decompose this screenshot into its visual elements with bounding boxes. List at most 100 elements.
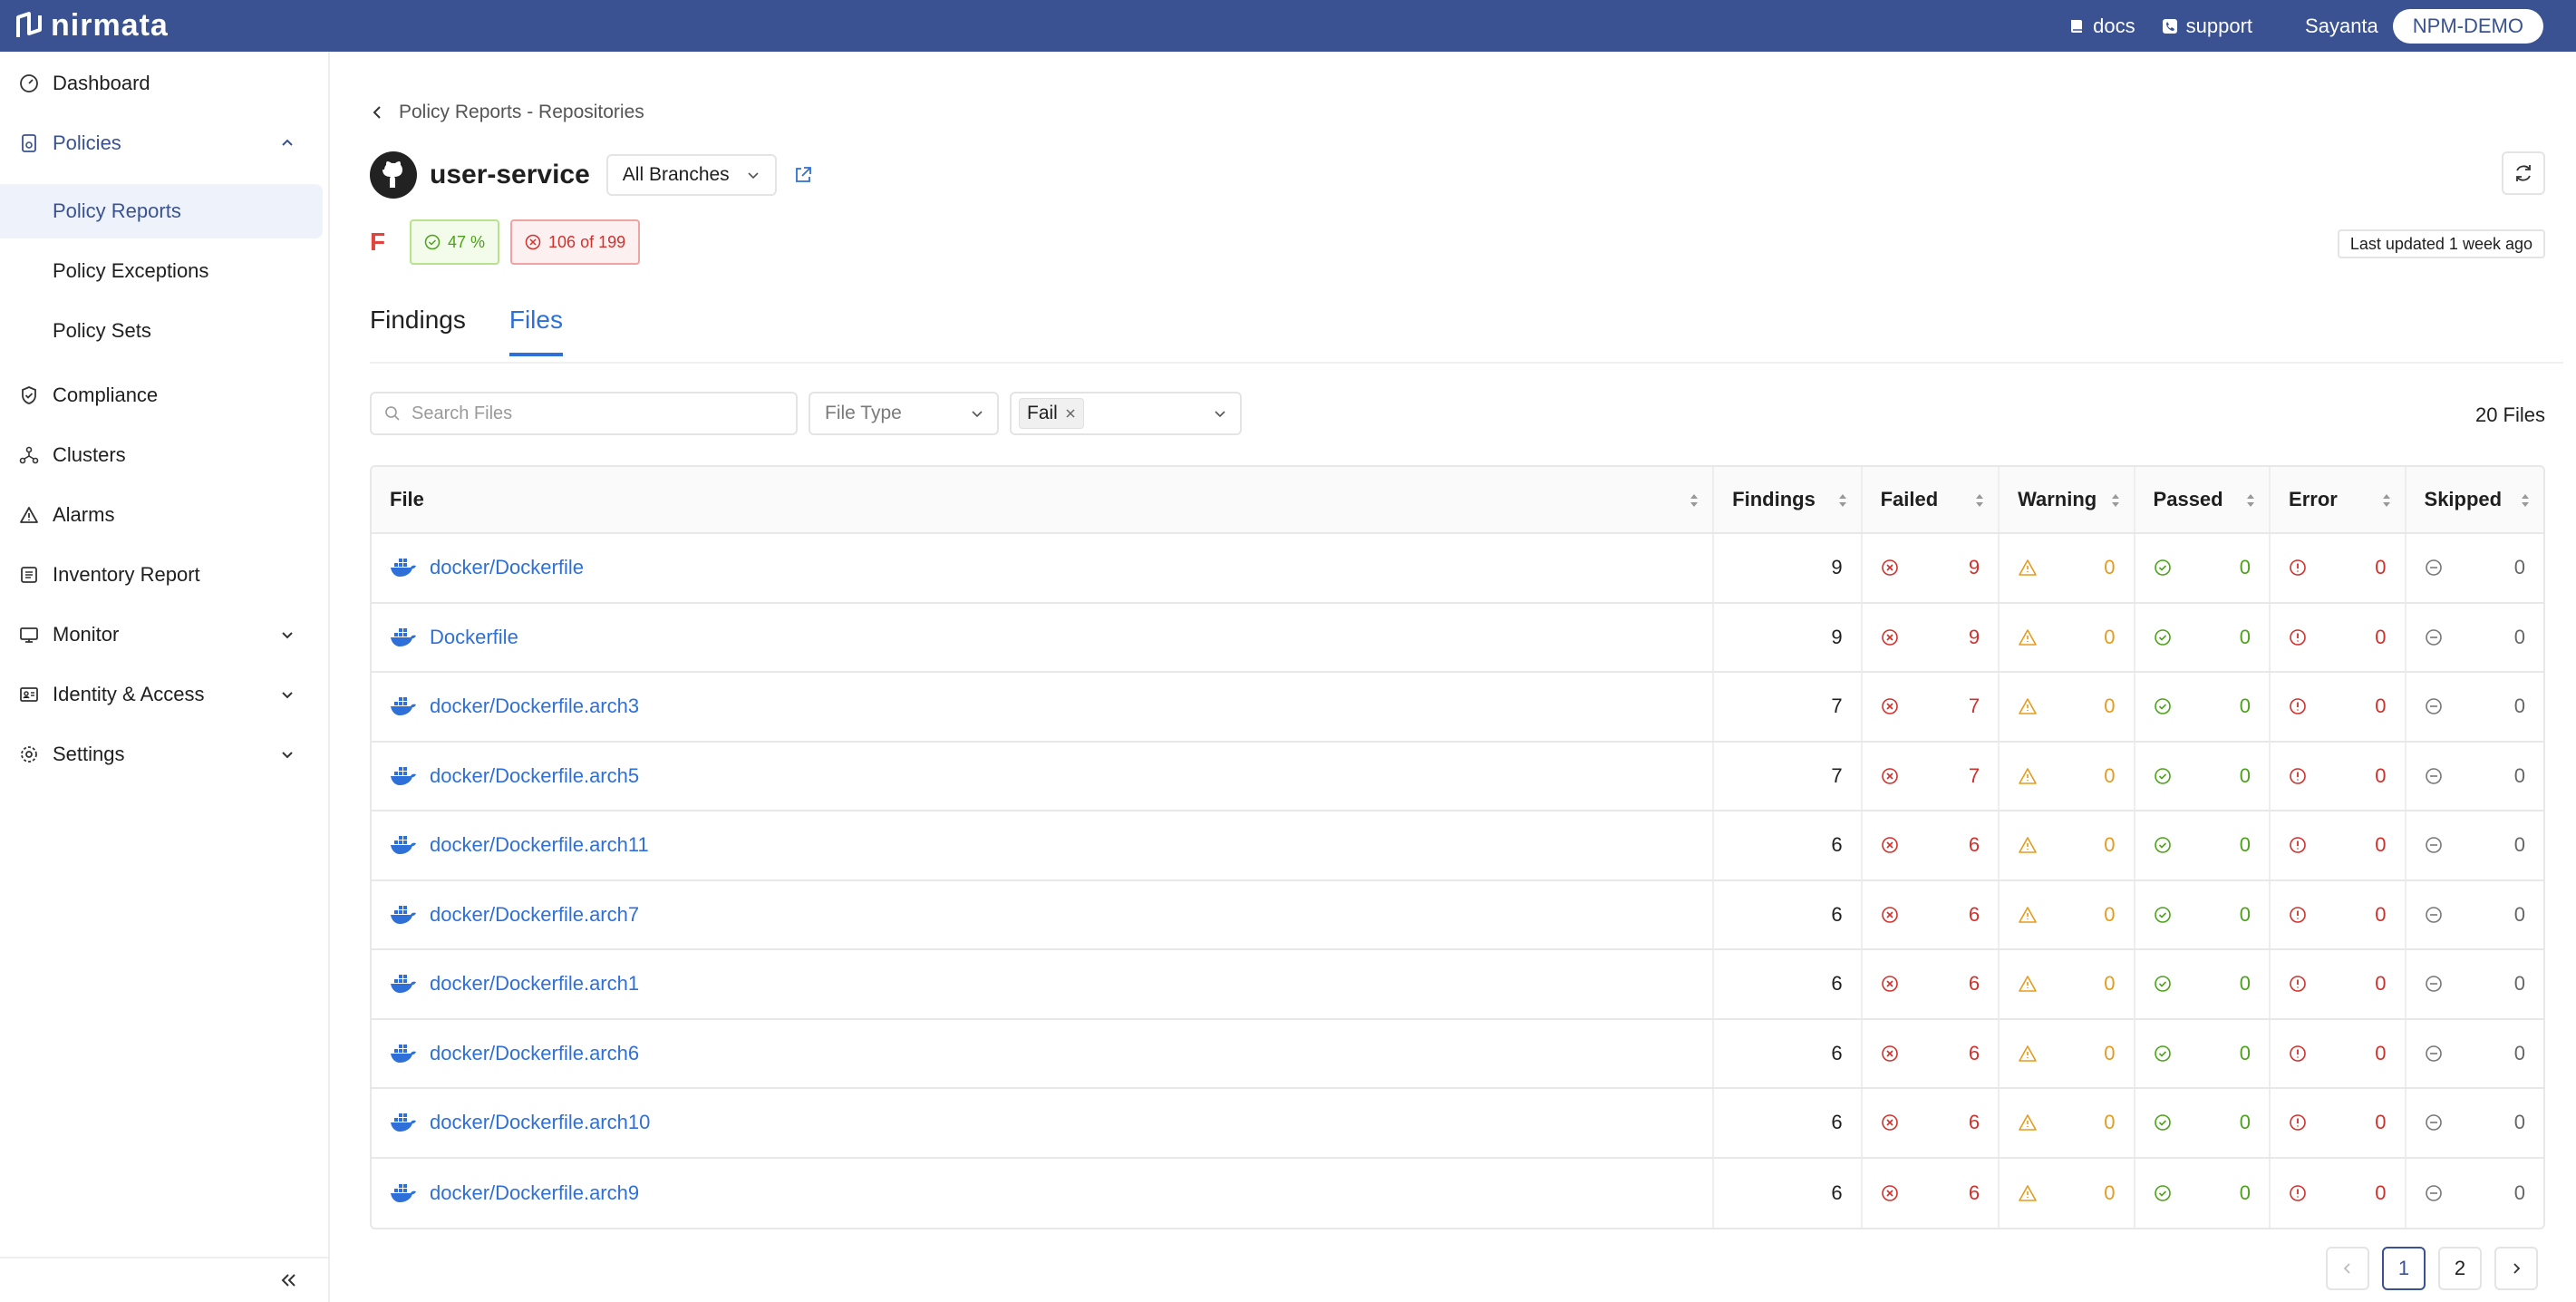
pagination-page-2[interactable]: 2 (2438, 1247, 2482, 1290)
org-badge[interactable]: NPM-DEMO (2392, 8, 2543, 44)
column-header-error[interactable]: Error (2271, 467, 2407, 532)
exclamation-circle-icon (2290, 1045, 2306, 1062)
close-icon[interactable] (1065, 408, 1076, 419)
minus-circle-icon (2425, 1045, 2442, 1062)
shield-check-icon (18, 384, 40, 406)
file-link[interactable]: docker/Dockerfile.arch7 (390, 903, 639, 927)
skipped-count: 0 (2513, 833, 2525, 857)
skipped-cell: 0 (2407, 743, 2543, 811)
sidebar-item-label: Identity & Access (53, 683, 205, 705)
docs-link[interactable]: docs (2068, 15, 2135, 38)
check-circle-icon (2154, 559, 2171, 577)
chevron-down-icon (972, 411, 983, 418)
failed-count: 6 (1968, 1041, 1980, 1064)
pagination-page-1[interactable]: 1 (2382, 1247, 2426, 1290)
skipped-count: 0 (2513, 695, 2525, 718)
minus-circle-icon (2425, 1114, 2442, 1132)
user-name[interactable]: Sayanta (2305, 15, 2378, 38)
tab-findings[interactable]: Findings (370, 306, 466, 356)
pass-percentage-badge: 47 % (410, 219, 500, 265)
support-link[interactable]: support (2161, 15, 2252, 38)
sidebar-item-identity-access[interactable]: Identity & Access (0, 668, 323, 721)
sidebar-item-policies[interactable]: Policies (0, 117, 323, 170)
file-type-select[interactable]: File Type (809, 392, 999, 435)
findings-count: 9 (1831, 625, 1843, 648)
file-link[interactable]: docker/Dockerfile.arch11 (390, 833, 649, 857)
docker-icon (391, 836, 416, 855)
exclamation-circle-icon (2290, 906, 2306, 923)
minus-circle-icon (2425, 1184, 2442, 1201)
file-link[interactable]: docker/Dockerfile.arch3 (390, 695, 639, 718)
error-count: 0 (2375, 902, 2387, 926)
passed-cell: 0 (2135, 811, 2271, 879)
check-circle-icon (2154, 906, 2171, 923)
refresh-button[interactable] (2502, 151, 2545, 195)
file-link[interactable]: Dockerfile (390, 626, 518, 649)
sidebar-item-policy-exceptions[interactable]: Policy Exceptions (0, 244, 323, 298)
warning-triangle-icon (2019, 1114, 2037, 1132)
skipped-cell: 0 (2407, 950, 2543, 1018)
file-link[interactable]: docker/Dockerfile.arch9 (390, 1181, 639, 1205)
error-count: 0 (2375, 833, 2387, 857)
column-header-findings[interactable]: Findings (1714, 467, 1863, 532)
check-circle-icon (2154, 1045, 2171, 1062)
column-header-warning[interactable]: Warning (2000, 467, 2135, 532)
file-link[interactable]: docker/Dockerfile (390, 556, 584, 579)
column-header-failed[interactable]: Failed (1863, 467, 2000, 532)
warning-count: 0 (2104, 695, 2116, 718)
column-header-passed[interactable]: Passed (2135, 467, 2271, 532)
file-link[interactable]: docker/Dockerfile.arch5 (390, 764, 639, 788)
external-link-icon[interactable] (793, 165, 813, 185)
sidebar-item-settings[interactable]: Settings (0, 728, 323, 781)
sidebar-item-label: Monitor (53, 623, 120, 646)
file-name: docker/Dockerfile.arch9 (430, 1181, 640, 1204)
chevron-down-icon (282, 692, 293, 699)
sidebar-item-clusters[interactable]: Clusters (0, 429, 323, 481)
sidebar-item-alarms[interactable]: Alarms (0, 489, 323, 541)
x-circle-icon (1881, 1114, 1898, 1132)
pagination: 1 2 (2326, 1247, 2538, 1290)
findings-count: 6 (1831, 1041, 1843, 1064)
findings-count: 6 (1831, 833, 1843, 857)
sidebar-item-policy-reports[interactable]: Policy Reports (0, 184, 323, 238)
sidebar-item-inventory-report[interactable]: Inventory Report (0, 549, 323, 601)
repo-name: user-service (430, 160, 590, 189)
alert-triangle-icon (18, 504, 40, 526)
docs-label: docs (2093, 14, 2135, 37)
column-header-file[interactable]: File (372, 467, 1715, 532)
logo-text: nirmata (51, 8, 169, 43)
exclamation-circle-icon (2290, 976, 2306, 993)
breadcrumb[interactable]: Policy Reports - Repositories (370, 102, 644, 123)
column-header-skipped[interactable]: Skipped (2407, 467, 2543, 532)
status-select[interactable]: Fail (1010, 392, 1242, 435)
table-row: Dockerfile 9 9 0 0 0 0 (372, 603, 2543, 673)
chevron-right-icon (2513, 1263, 2521, 1274)
tab-files[interactable]: Files (508, 306, 563, 356)
warning-count: 0 (2104, 1111, 2116, 1134)
cluster-icon (18, 444, 40, 466)
sidebar-item-label: Alarms (53, 503, 115, 526)
pagination-prev-button[interactable] (2326, 1247, 2369, 1290)
skipped-count: 0 (2513, 763, 2525, 787)
sidebar-item-dashboard[interactable]: Dashboard (0, 57, 323, 110)
sidebar-item-compliance[interactable]: Compliance (0, 369, 323, 422)
file-link[interactable]: docker/Dockerfile.arch10 (390, 1111, 650, 1134)
warning-cell: 0 (2000, 603, 2135, 671)
file-link[interactable]: docker/Dockerfile.arch1 (390, 972, 639, 996)
check-circle-icon (424, 234, 441, 250)
x-circle-icon (1881, 767, 1898, 784)
pagination-next-button[interactable] (2494, 1247, 2538, 1290)
logo[interactable]: nirmata (13, 8, 169, 44)
warning-count: 0 (2104, 972, 2116, 996)
sidebar-item-monitor[interactable]: Monitor (0, 608, 323, 661)
passed-cell: 0 (2135, 880, 2271, 948)
file-link[interactable]: docker/Dockerfile.arch6 (390, 1042, 639, 1065)
branch-select[interactable]: All Branches (605, 154, 777, 196)
search-input[interactable] (410, 402, 772, 425)
sort-icon (1690, 494, 1699, 507)
sidebar-item-policy-sets[interactable]: Policy Sets (0, 304, 323, 358)
search-icon (385, 406, 400, 421)
x-circle-icon (1881, 559, 1898, 577)
status-tag-label: Fail (1027, 403, 1058, 423)
sidebar-collapse-button[interactable] (0, 1257, 328, 1302)
